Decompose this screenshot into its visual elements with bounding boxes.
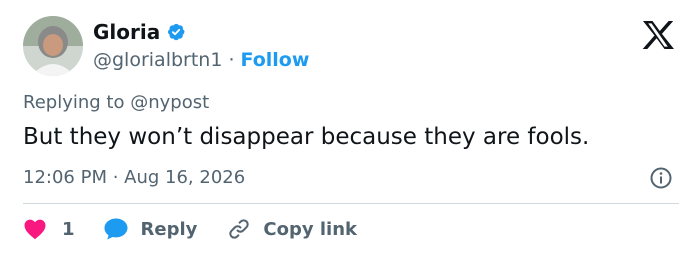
tweet-timestamp[interactable]: 12:06 PM · Aug 16, 2026 — [23, 167, 245, 188]
follow-button[interactable]: Follow — [240, 49, 309, 71]
like-count: 1 — [62, 218, 75, 240]
like-button[interactable]: 1 — [23, 218, 75, 240]
replying-to-label: Replying to — [23, 92, 125, 113]
handle-row: @glorialbrtn1 · Follow — [93, 48, 309, 72]
separator-dot: · — [228, 49, 235, 71]
replying-to-context: Replying to @nypost — [23, 92, 209, 113]
author-name-row: Gloria — [93, 20, 186, 44]
avatar-photo — [23, 16, 83, 76]
author-name[interactable]: Gloria — [93, 20, 160, 44]
reply-button[interactable]: Reply — [103, 217, 198, 241]
info-icon[interactable] — [649, 166, 673, 190]
divider — [23, 203, 679, 204]
copy-link-button[interactable]: Copy link — [227, 217, 357, 241]
action-bar: 1 Reply Copy link — [23, 214, 357, 244]
verified-badge-icon — [166, 22, 186, 42]
link-icon — [227, 217, 251, 241]
avatar[interactable] — [23, 16, 83, 76]
author-handle[interactable]: @glorialbrtn1 — [93, 49, 222, 71]
reply-label: Reply — [140, 218, 198, 240]
tweet-text: But they won’t disappear because they ar… — [23, 124, 590, 150]
copy-link-label: Copy link — [263, 218, 357, 240]
tweet-card: Gloria @glorialbrtn1 · Follow Replying t… — [0, 0, 700, 256]
heart-icon — [23, 218, 47, 240]
x-logo-icon[interactable] — [640, 20, 676, 50]
replying-to-handle[interactable]: @nypost — [130, 92, 209, 113]
speech-bubble-icon — [103, 217, 129, 241]
